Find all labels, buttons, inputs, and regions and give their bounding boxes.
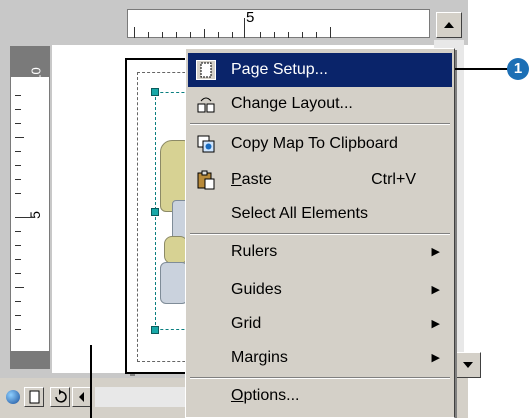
vertical-ruler-margin-bottom — [11, 351, 49, 368]
submenu-arrow-icon: ▶ — [431, 352, 440, 364]
scroll-down-button[interactable] — [455, 352, 481, 378]
menu-item-label: Copy Map To Clipboard — [231, 135, 398, 152]
menu-item-paste[interactable]: Paste Ctrl+V — [188, 163, 452, 197]
refresh-button[interactable] — [50, 387, 70, 407]
vertical-ruler[interactable]: 10 5 — [10, 46, 50, 369]
submenu-arrow-icon: ▶ — [431, 318, 440, 330]
selection-handle[interactable] — [151, 88, 159, 96]
menu-item-grid[interactable]: Grid ▶ — [188, 307, 452, 341]
refresh-icon — [55, 389, 67, 403]
triangle-left-icon — [79, 392, 84, 402]
page-icon — [29, 390, 40, 404]
submenu-arrow-icon: ▶ — [431, 246, 440, 258]
horizontal-ruler-label: 5 — [246, 9, 255, 26]
menu-item-margins[interactable]: Margins ▶ — [188, 341, 452, 375]
horizontal-ruler[interactable]: 5 — [127, 9, 430, 38]
triangle-up-icon — [444, 22, 454, 28]
menu-item-label: Select All Elements — [231, 205, 368, 222]
scroll-up-button[interactable] — [436, 12, 462, 38]
menu-item-options[interactable]: Options... — [188, 379, 452, 413]
selection-handle[interactable] — [151, 326, 159, 334]
menu-separator — [190, 123, 450, 125]
globe-icon[interactable] — [6, 390, 20, 404]
change-layout-icon — [196, 94, 216, 114]
selection-handle[interactable] — [151, 208, 159, 216]
page-setup-icon — [196, 60, 216, 80]
horizontal-scrollbar[interactable] — [95, 387, 185, 407]
callout-line — [455, 68, 509, 70]
menu-item-label: Rulers — [231, 243, 278, 260]
menu-item-select-all-elements[interactable]: Select All Elements — [188, 197, 452, 231]
menu-item-page-setup[interactable]: Page Setup... — [188, 53, 452, 87]
callout-pointer-line — [90, 345, 92, 418]
callout-number-badge: 1 — [507, 58, 529, 80]
menu-item-guides[interactable]: Guides ▶ — [188, 273, 452, 307]
menu-item-label: Grid — [231, 315, 262, 332]
menu-item-rulers[interactable]: Rulers ▶ — [188, 235, 452, 269]
menu-item-label: Options... — [231, 387, 300, 404]
menu-item-label: Page Setup... — [231, 61, 328, 78]
menu-item-label: Change Layout... — [231, 95, 353, 112]
copy-map-icon — [196, 134, 216, 154]
menu-item-copy-map[interactable]: Copy Map To Clipboard — [188, 127, 452, 161]
submenu-arrow-icon: ▶ — [431, 284, 440, 296]
menu-item-label: Guides — [231, 281, 282, 298]
layout-view-button[interactable] — [24, 387, 44, 407]
menu-item-change-layout[interactable]: Change Layout... — [188, 87, 452, 121]
menu-item-shortcut: Ctrl+V — [371, 171, 416, 188]
menu-item-label: Margins — [231, 349, 288, 366]
scroll-left-button[interactable] — [72, 387, 92, 407]
menu-item-label: Paste — [231, 171, 272, 188]
context-menu: Page Setup... Change Layout... Copy Map … — [185, 48, 455, 418]
triangle-down-icon — [463, 362, 473, 368]
paste-icon — [196, 170, 216, 190]
vertical-ruler-label-top: 10 — [28, 67, 44, 82]
